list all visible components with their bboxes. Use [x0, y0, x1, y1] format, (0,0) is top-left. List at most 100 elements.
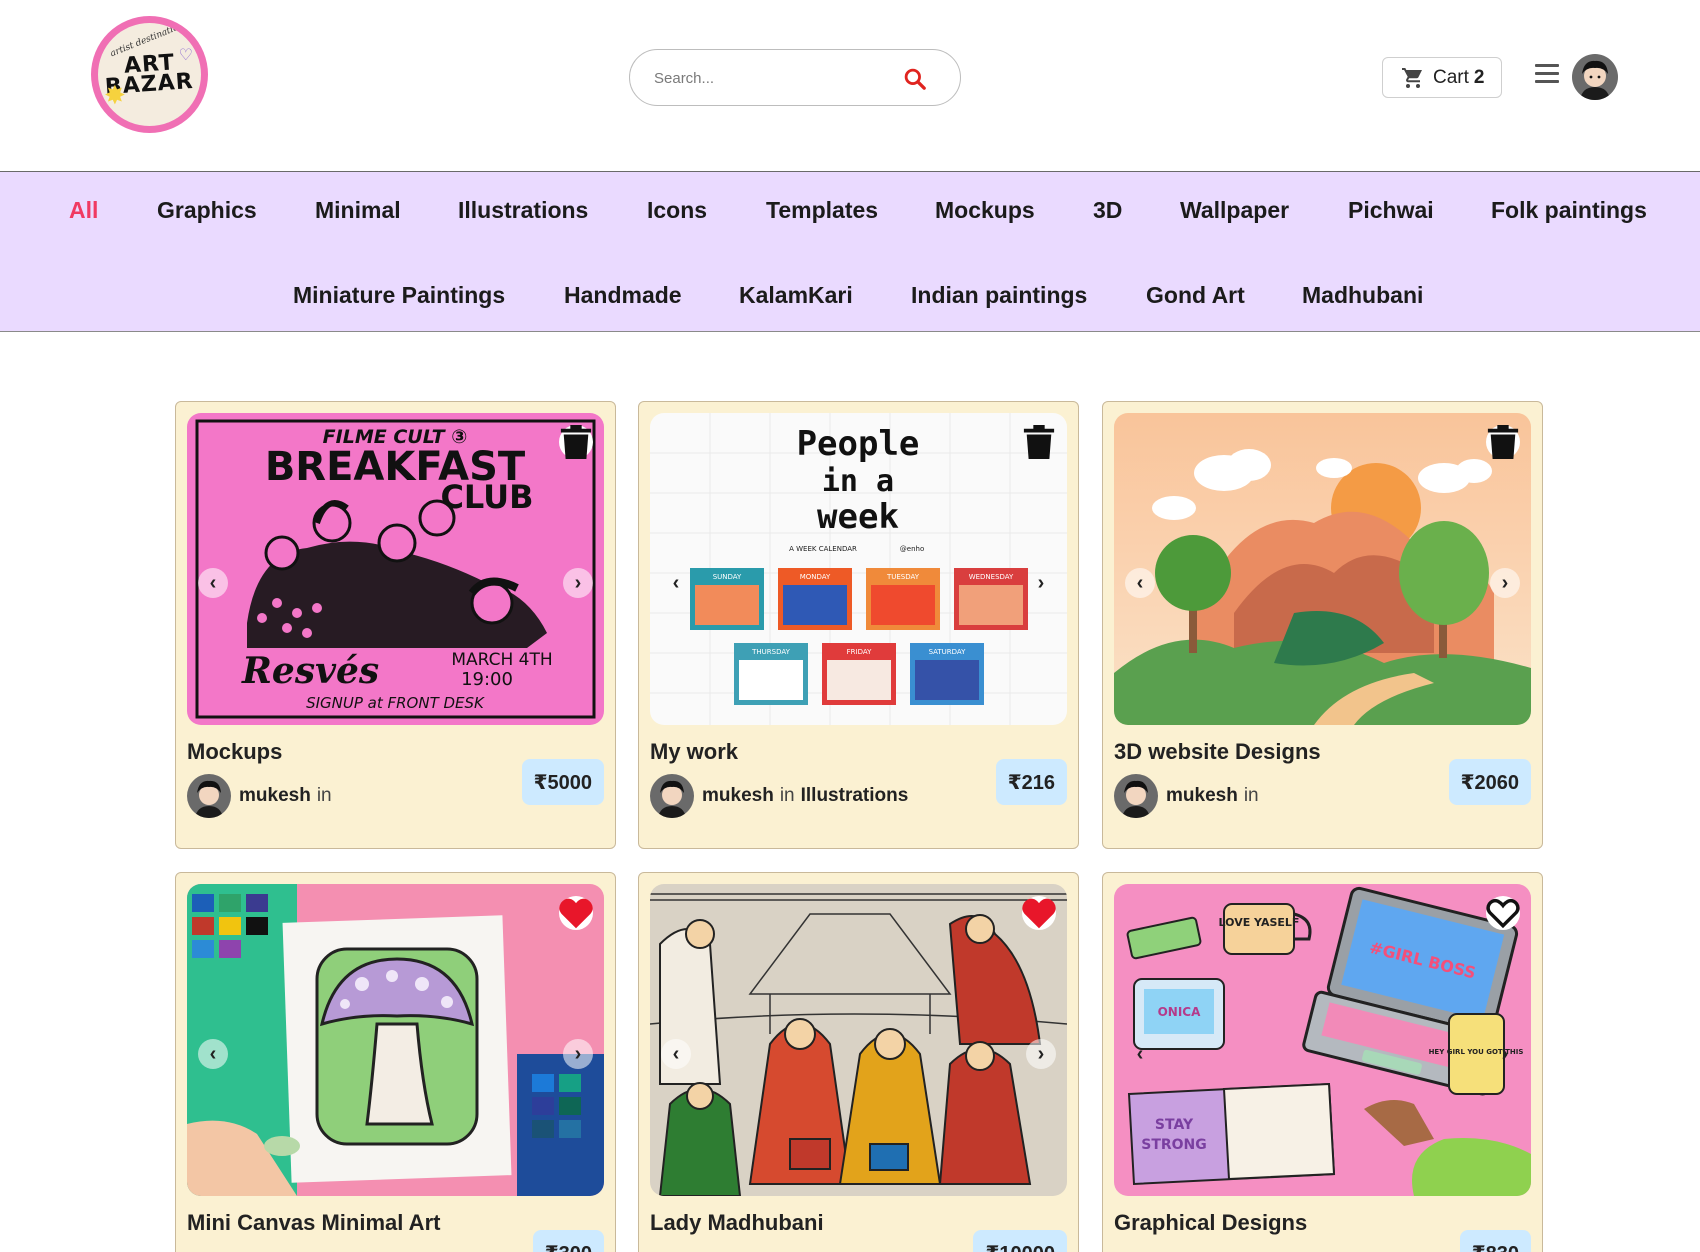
carousel-next-button[interactable]: › — [1026, 1039, 1056, 1069]
category-wallpaper[interactable]: Wallpaper — [1180, 197, 1289, 224]
product-image[interactable]: ‹ › — [187, 884, 604, 1196]
price-badge: ₹2060 — [1448, 759, 1531, 805]
product-image[interactable]: FILME CULT ③ BREAKFAST CLUB Resvés MARCH… — [187, 413, 604, 725]
calendar-title-line3: week — [817, 497, 899, 537]
author-avatar[interactable] — [187, 774, 231, 818]
site-header: artist destination ♡ ART BAZAR ✸ Cart 2 — [0, 0, 1700, 171]
carousel-prev-button[interactable]: ‹ — [1125, 568, 1155, 598]
category-minimal[interactable]: Minimal — [315, 197, 401, 224]
trash-icon — [1023, 425, 1055, 459]
logo-star-icon: ✸ — [104, 80, 126, 110]
product-image[interactable]: ‹ › — [1114, 413, 1531, 725]
author-avatar[interactable] — [650, 774, 694, 818]
category-graphics[interactable]: Graphics — [157, 197, 257, 224]
carousel-next-button[interactable]: › — [1490, 568, 1520, 598]
cart-icon — [1402, 67, 1422, 88]
category-madhubani[interactable]: Madhubani — [1302, 282, 1423, 309]
author-in-text: in — [316, 785, 332, 806]
tablet-text: ONICA — [1158, 1005, 1202, 1019]
product-author: mukesh in Illustrations — [650, 774, 908, 818]
day-label-sunday: SUNDAY — [713, 573, 742, 581]
carousel-prev-button[interactable]: ‹ — [198, 1039, 228, 1069]
price-badge: ₹5000 — [521, 759, 604, 805]
user-avatar[interactable] — [1572, 54, 1618, 100]
day-label-monday: MONDAY — [800, 573, 831, 581]
product-category[interactable]: Illustrations — [801, 785, 909, 807]
poster-date-text: MARCH 4TH — [451, 650, 552, 670]
logo-heart-icon: ♡ — [178, 47, 193, 64]
product-title[interactable]: Mockups — [187, 739, 282, 765]
carousel-next-button[interactable]: › — [563, 1039, 593, 1069]
category-kalamkari[interactable]: KalamKari — [739, 282, 853, 309]
product-title[interactable]: 3D website Designs — [1114, 739, 1321, 765]
carousel-next-button[interactable]: › — [1026, 568, 1056, 598]
cart-button[interactable]: Cart 2 — [1382, 57, 1502, 98]
author-name[interactable]: mukesh — [239, 785, 311, 807]
hamburger-menu-icon[interactable] — [1535, 64, 1559, 90]
trash-icon — [1487, 425, 1519, 459]
carousel-prev-button[interactable]: ‹ — [661, 1039, 691, 1069]
price-badge: ₹830 — [1459, 1230, 1531, 1252]
carousel-prev-button[interactable]: ‹ — [661, 568, 691, 598]
calendar-handle: @enho — [900, 545, 924, 553]
category-illustrations[interactable]: Illustrations — [458, 197, 588, 224]
day-label-thursday: THURSDAY — [751, 648, 790, 656]
category-all[interactable]: All — [69, 197, 98, 224]
category-indian-paintings[interactable]: Indian paintings — [911, 282, 1087, 309]
category-pichwai[interactable]: Pichwai — [1348, 197, 1434, 224]
product-title[interactable]: My work — [650, 739, 738, 765]
product-card[interactable]: ‹ › Mini Canvas Minimal Art ₹300 — [175, 872, 616, 1252]
category-templates[interactable]: Templates — [766, 197, 878, 224]
product-card[interactable]: ‹ › 3D website Designs mukesh in ₹2060 — [1102, 401, 1543, 849]
carousel-next-button[interactable]: › — [1490, 1039, 1520, 1069]
day-label-wednesday: WEDNESDAY — [969, 573, 1014, 581]
cart-label: Cart — [1433, 66, 1469, 88]
trash-icon — [560, 425, 592, 459]
author-name[interactable]: mukesh — [1166, 785, 1238, 807]
carousel-prev-button[interactable]: ‹ — [198, 568, 228, 598]
product-card[interactable]: FILME CULT ③ BREAKFAST CLUB Resvés MARCH… — [175, 401, 616, 849]
author-name[interactable]: mukesh — [702, 785, 774, 807]
cart-count: 2 — [1473, 66, 1485, 88]
product-title[interactable]: Mini Canvas Minimal Art — [187, 1210, 440, 1236]
product-card[interactable]: LOVE YASELF #GIRL BOSS ONICA STAY STRONG… — [1102, 872, 1543, 1252]
search-input[interactable] — [654, 64, 894, 92]
favorite-button[interactable] — [559, 896, 593, 930]
price-badge: ₹216 — [995, 759, 1067, 805]
price-badge: ₹300 — [532, 1230, 604, 1252]
product-image[interactable]: ‹ › — [650, 884, 1067, 1196]
author-avatar[interactable] — [1114, 774, 1158, 818]
search-icon[interactable] — [902, 66, 928, 92]
product-image[interactable]: People in a week A WEEK CALENDAR @enho S… — [650, 413, 1067, 725]
calendar-title-line2: in a — [822, 464, 894, 499]
product-title[interactable]: Lady Madhubani — [650, 1210, 824, 1236]
carousel-prev-button[interactable]: ‹ — [1125, 1039, 1155, 1069]
heart-filled-icon — [1022, 898, 1056, 929]
logo-badge: artist destination ♡ ART BAZAR ✸ — [98, 23, 201, 126]
delete-button[interactable] — [1486, 425, 1520, 459]
category-nav: All Graphics Minimal Illustrations Icons… — [0, 171, 1700, 332]
day-label-saturday: SATURDAY — [929, 648, 967, 656]
category-miniature-paintings[interactable]: Miniature Paintings — [293, 282, 505, 309]
delete-button[interactable] — [1022, 425, 1056, 459]
heart-outline-icon — [1486, 898, 1520, 929]
category-gond-art[interactable]: Gond Art — [1146, 282, 1245, 309]
category-3d[interactable]: 3D — [1093, 197, 1122, 224]
category-icons[interactable]: Icons — [647, 197, 707, 224]
poster-subtitle-text: CLUB — [440, 478, 533, 516]
category-folk-paintings[interactable]: Folk paintings — [1491, 197, 1647, 224]
product-title[interactable]: Graphical Designs — [1114, 1210, 1307, 1236]
favorite-button[interactable] — [1486, 896, 1520, 930]
product-card[interactable]: People in a week A WEEK CALENDAR @enho S… — [638, 401, 1079, 849]
favorite-button[interactable] — [1022, 896, 1056, 930]
delete-button[interactable] — [559, 425, 593, 459]
author-in-text: in — [1243, 785, 1259, 806]
art-bazar-logo[interactable]: artist destination ♡ ART BAZAR ✸ — [91, 16, 208, 133]
category-mockups[interactable]: Mockups — [935, 197, 1035, 224]
category-handmade[interactable]: Handmade — [564, 282, 682, 309]
poster-script-text: Resvés — [241, 650, 379, 692]
product-card[interactable]: ‹ › Lady Madhubani ₹10000 — [638, 872, 1079, 1252]
poster-time-text: 19:00 — [461, 669, 513, 690]
carousel-next-button[interactable]: › — [563, 568, 593, 598]
product-image[interactable]: LOVE YASELF #GIRL BOSS ONICA STAY STRONG… — [1114, 884, 1531, 1196]
